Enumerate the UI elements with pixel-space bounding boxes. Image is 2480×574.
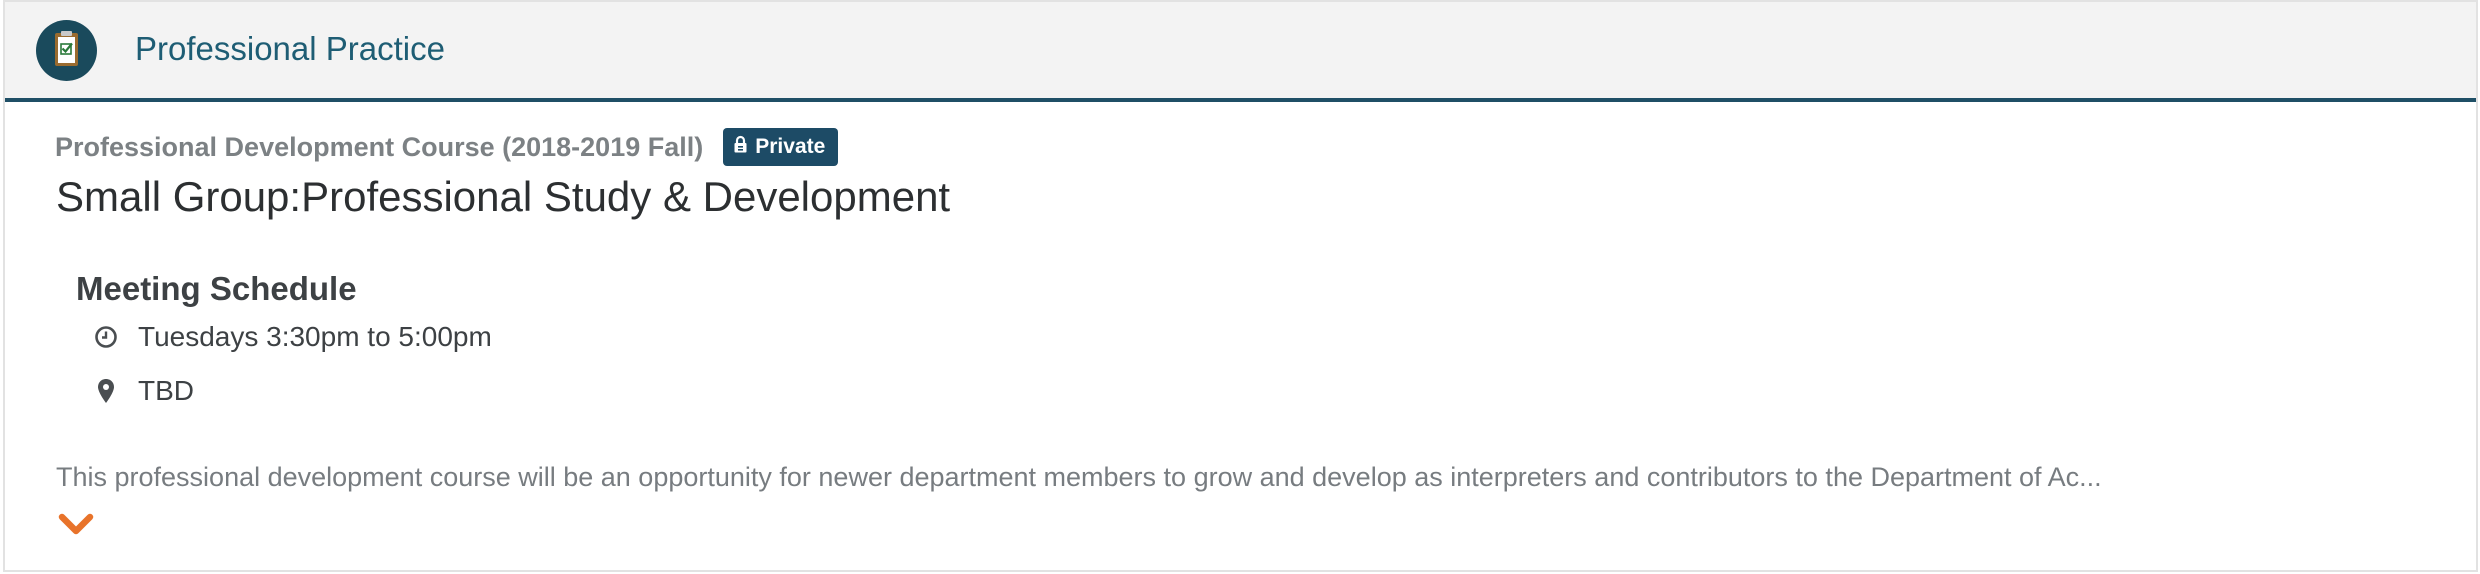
clock-icon bbox=[91, 325, 121, 349]
schedule-time-row: Tuesdays 3:30pm to 5:00pm bbox=[91, 317, 492, 357]
meeting-schedule-heading: Meeting Schedule bbox=[76, 270, 357, 307]
visibility-badge: Private bbox=[723, 128, 839, 166]
schedule-location-row: TBD bbox=[91, 371, 194, 411]
course-description: This professional development course wil… bbox=[56, 462, 2102, 492]
lock-icon bbox=[734, 135, 747, 159]
group-card: Professional Practice Professional Devel… bbox=[3, 0, 2478, 572]
card-header: Professional Practice bbox=[5, 2, 2476, 102]
clipboard-check-icon bbox=[36, 20, 97, 81]
course-name: Professional Development Course (2018-20… bbox=[55, 131, 704, 162]
chevron-down-icon[interactable] bbox=[57, 508, 95, 542]
map-pin-icon bbox=[91, 378, 121, 404]
badge-label: Private bbox=[755, 135, 826, 158]
group-title: Small Group:Professional Study & Develop… bbox=[56, 173, 951, 220]
header-title[interactable]: Professional Practice bbox=[135, 27, 445, 71]
schedule-location: TBD bbox=[138, 375, 194, 406]
schedule-time: Tuesdays 3:30pm to 5:00pm bbox=[138, 321, 492, 352]
course-line: Professional Development Course (2018-20… bbox=[55, 127, 839, 167]
